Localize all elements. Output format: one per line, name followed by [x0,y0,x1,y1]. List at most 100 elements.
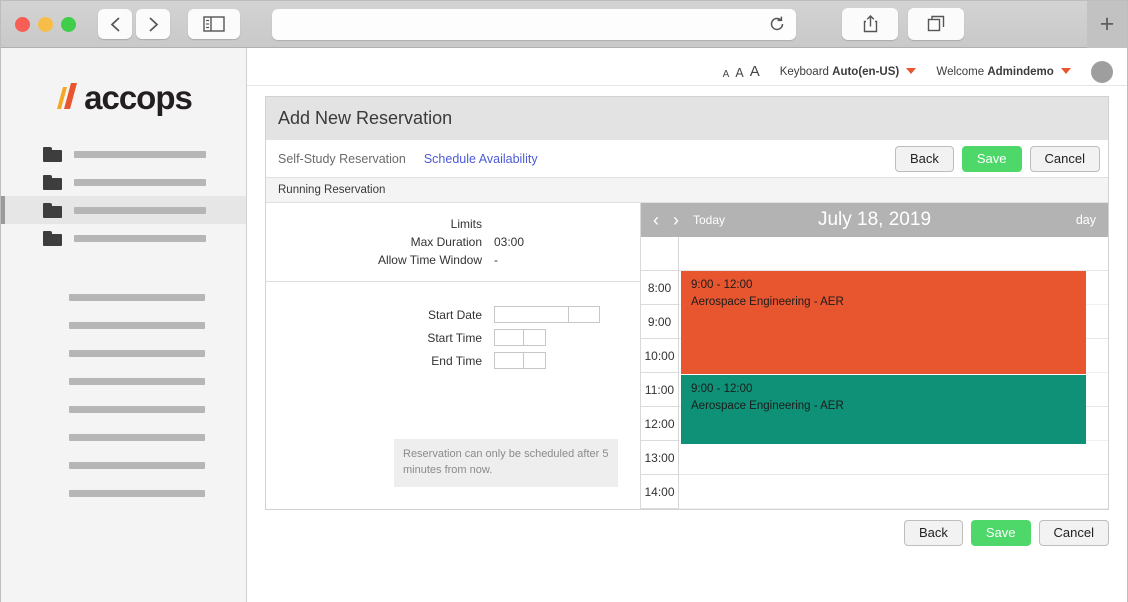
sidebar-item-4[interactable] [1,224,246,252]
calendar-prev-button[interactable]: ‹ [653,211,659,229]
reservation-notice: Reservation can only be scheduled after … [394,439,618,487]
calendar-event[interactable]: 9:00 - 12:00 Aerospace Engineering - AER [681,375,1086,444]
browser-chrome: + [1,1,1127,48]
app-topbar: A A A Keyboard Auto(en-US) Welcome Admin… [247,58,1127,86]
font-size-controls: A A A [723,63,760,80]
calendar-grid: 8:00 9:00 10:00 11:00 12:00 13:00 14:00 [641,237,1108,509]
list-item[interactable] [69,406,205,413]
back-button[interactable] [98,9,132,39]
back-button-bottom[interactable]: Back [904,520,963,546]
sidebar-item-1[interactable] [1,140,246,168]
main-content: A A A Keyboard Auto(en-US) Welcome Admin… [247,48,1127,602]
allow-time-window-label: Allow Time Window [266,253,494,267]
page-body: accops [1,48,1127,602]
calendar-next-button[interactable]: › [673,211,679,229]
accops-logo-text: accops [84,79,192,117]
user-name: Admindemo [987,66,1053,78]
list-item[interactable] [69,322,205,329]
sidebar-item-label [74,151,206,158]
minimize-window-button[interactable] [38,17,53,32]
share-button[interactable] [842,8,898,40]
font-size-medium-button[interactable]: A [735,66,743,80]
event-time: 9:00 - 12:00 [691,277,1076,294]
forward-button[interactable] [136,9,170,39]
end-time-stepper[interactable] [524,353,545,368]
start-time-stepper[interactable] [524,330,545,345]
folder-icon [43,147,62,162]
calendar-event-canvas[interactable]: 9:00 - 12:00 Aerospace Engineering - AER… [679,237,1108,509]
new-tab-button[interactable]: + [1087,1,1127,48]
time-slot-label: 8:00 [641,271,678,305]
chevron-down-icon [1061,68,1071,74]
sidebar-item-3-active[interactable] [1,196,246,224]
keyboard-selector[interactable]: Keyboard Auto(en-US) [780,66,917,78]
reservation-panel: Add New Reservation Self-Study Reservati… [265,96,1109,510]
sidebar-item-label [74,235,206,242]
time-slot-label: 11:00 [641,373,678,407]
start-time-text[interactable] [495,330,524,345]
sidebar-secondary-list [1,294,246,497]
start-time-input[interactable] [494,329,546,346]
sidebar-item-label [74,207,206,214]
keyboard-label: Keyboard [780,66,829,78]
calendar-today-button[interactable]: Today [693,213,725,227]
calendar-event[interactable]: 9:00 - 12:00 Aerospace Engineering - AER [681,271,1086,374]
reservation-form: Limits Max Duration 03:00 Allow Time Win… [266,203,641,509]
maximize-window-button[interactable] [61,17,76,32]
back-button-top[interactable]: Back [895,146,954,172]
save-button-bottom[interactable]: Save [971,520,1031,546]
folder-icon [43,231,62,246]
sidebar-toggle-button[interactable] [188,9,240,39]
start-date-label: Start Date [266,308,494,322]
reload-icon [768,15,786,33]
keyboard-value: Auto(en-US) [832,66,899,78]
tab-self-study-reservation[interactable]: Self-Study Reservation [278,152,406,166]
calendar: ‹ › Today July 18, 2019 day 8:00 9:00 [641,203,1108,509]
list-item[interactable] [69,378,205,385]
list-item[interactable] [69,294,205,301]
time-slot-label: 14:00 [641,475,678,509]
sidebar: accops [1,48,247,602]
tab-overview-button[interactable] [908,8,964,40]
font-size-small-button[interactable]: A [723,69,730,80]
list-item[interactable] [69,490,205,497]
list-item[interactable] [69,462,205,469]
accops-logo: accops [1,66,246,130]
page-title: Add New Reservation [266,97,1108,140]
end-time-input[interactable] [494,352,546,369]
cancel-button-top[interactable]: Cancel [1030,146,1100,172]
footer-action-buttons: Back Save Cancel [247,510,1127,546]
avatar[interactable] [1091,61,1113,83]
address-bar[interactable] [272,9,796,40]
form-fields: Start Date Start Time [266,282,640,369]
event-title: Aerospace Engineering - AER [691,294,1076,311]
list-item[interactable] [69,434,205,441]
calendar-time-gutter: 8:00 9:00 10:00 11:00 12:00 13:00 14:00 [641,237,679,509]
end-time-label: End Time [266,354,494,368]
tab-schedule-availability[interactable]: Schedule Availability [424,152,538,166]
cancel-button-bottom[interactable]: Cancel [1039,520,1109,546]
calendar-toolbar: ‹ › Today July 18, 2019 day [641,203,1108,237]
user-menu[interactable]: Welcome Admindemo [936,66,1071,78]
chrome-right-buttons [842,8,964,40]
tab-bar: Self-Study Reservation Schedule Availabi… [266,140,1108,178]
close-window-button[interactable] [15,17,30,32]
font-size-large-button[interactable]: A [750,63,760,80]
navigation-buttons [98,9,170,39]
save-button-top[interactable]: Save [962,146,1022,172]
start-date-picker-button[interactable] [569,307,599,322]
time-slot-label: 9:00 [641,305,678,339]
end-time-text[interactable] [495,353,524,368]
time-slot-label [641,237,678,271]
folder-icon [43,175,62,190]
sidebar-item-2[interactable] [1,168,246,196]
event-time: 9:00 - 12:00 [691,381,1076,398]
calendar-view-day[interactable]: day [1076,213,1096,227]
end-time-row: End Time [266,352,640,369]
allow-time-window-value: - [494,253,498,267]
allow-time-window-row: Allow Time Window - [266,253,640,267]
start-date-input[interactable] [494,306,600,323]
start-date-text[interactable] [495,307,569,322]
list-item[interactable] [69,350,205,357]
accops-logo-mark [55,79,81,118]
